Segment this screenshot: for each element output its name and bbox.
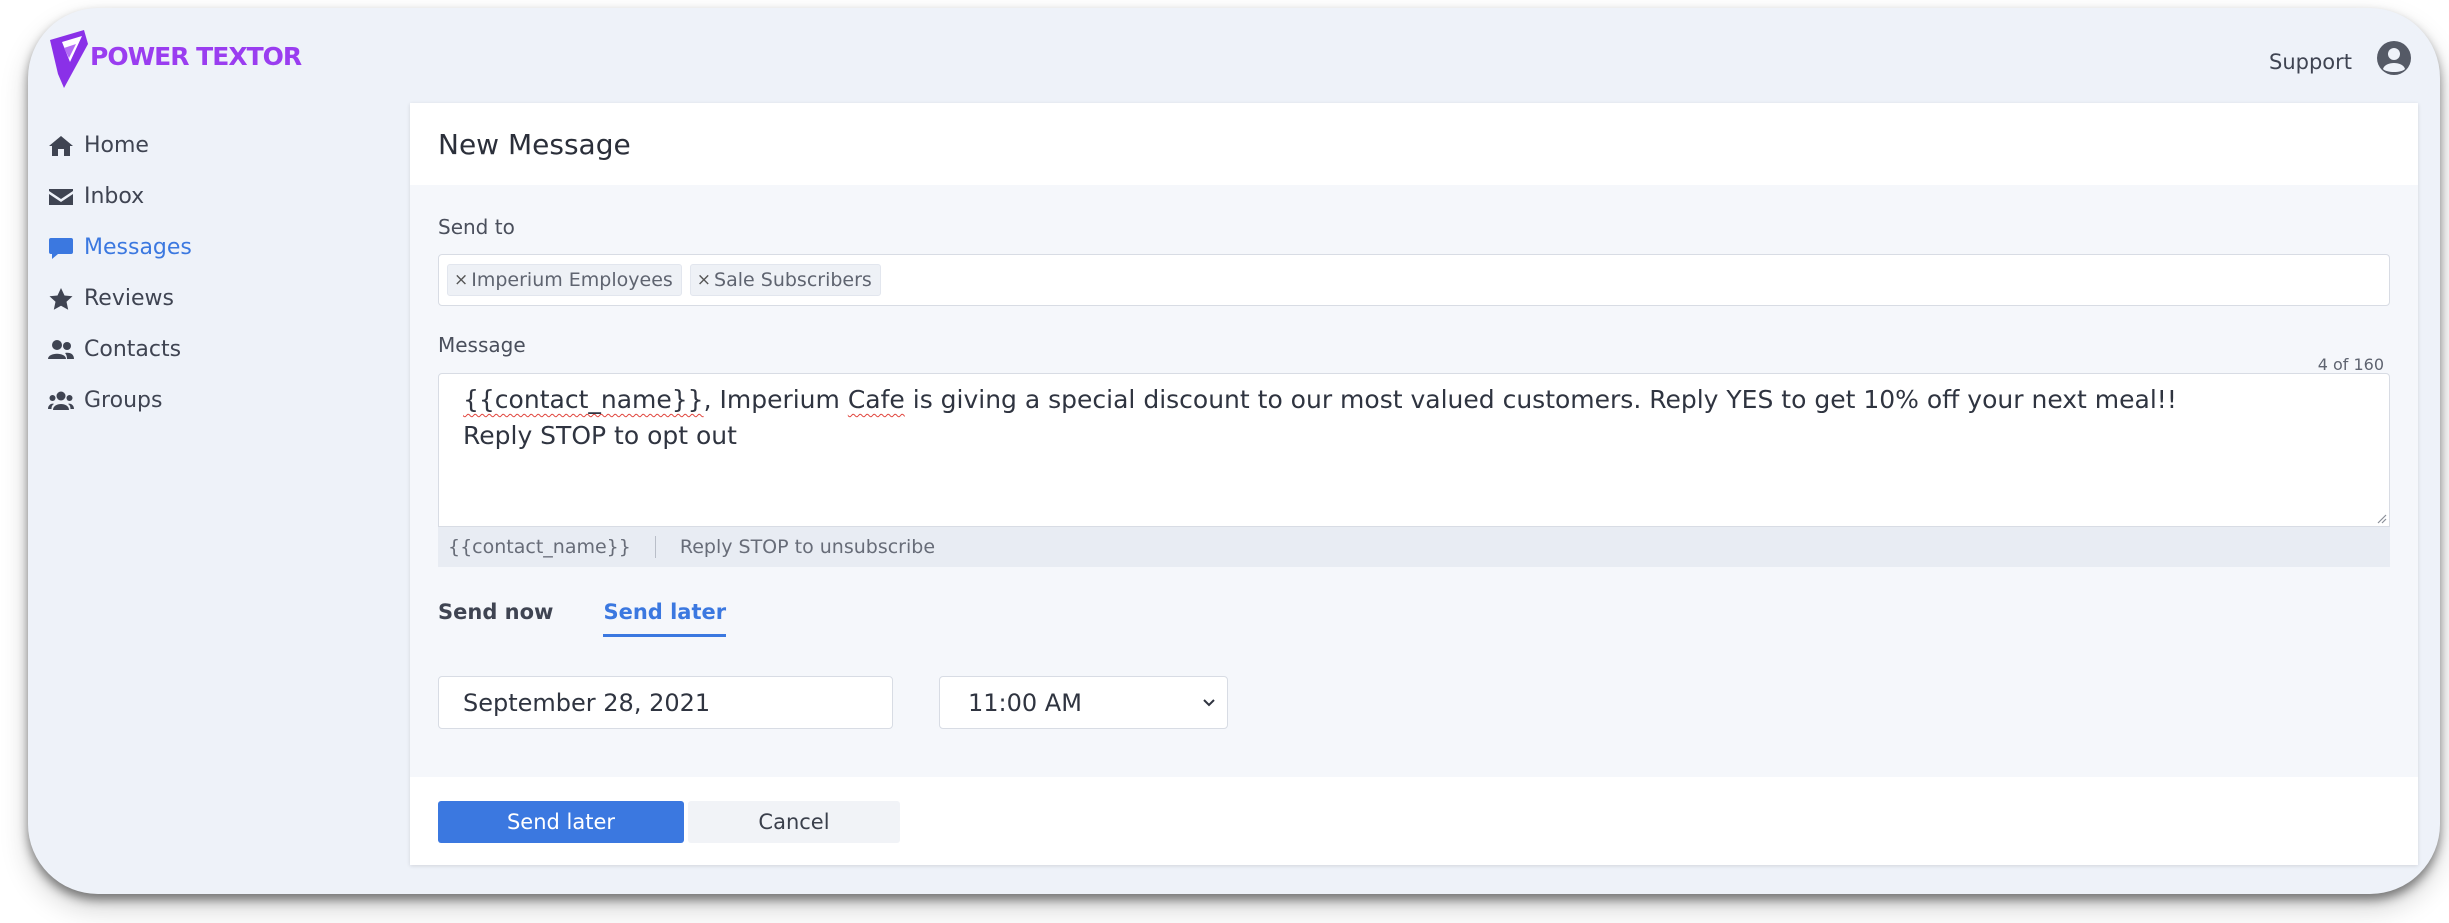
sidebar-item-label: Groups xyxy=(84,388,163,413)
sidebar-item-groups[interactable]: Groups xyxy=(46,375,386,426)
snippet-reply-stop[interactable]: Reply STOP to unsubscribe xyxy=(680,536,935,558)
sidebar-item-reviews[interactable]: Reviews xyxy=(46,273,386,324)
sidebar-item-inbox[interactable]: Inbox xyxy=(46,171,386,222)
sidebar-item-contacts[interactable]: Contacts xyxy=(46,324,386,375)
sidebar-item-label: Contacts xyxy=(84,337,182,362)
snippet-bar: {{contact_name}} Reply STOP to unsubscri… xyxy=(438,527,2390,567)
divider xyxy=(654,536,656,558)
recipient-chip: × Imperium Employees xyxy=(447,264,682,296)
remove-recipient-icon[interactable]: × xyxy=(454,270,468,290)
card-footer: Send later Cancel xyxy=(410,777,2418,865)
card-header: New Message xyxy=(410,103,2418,185)
character-counter: 4 of 160 xyxy=(2317,355,2384,374)
chat-icon xyxy=(46,235,76,261)
page-title: New Message xyxy=(438,127,631,161)
chevron-down-icon xyxy=(1203,699,1215,707)
tab-send-later[interactable]: Send later xyxy=(603,600,727,637)
message-token: {{contact_name}} xyxy=(463,385,704,414)
sidebar-item-home[interactable]: Home xyxy=(46,120,386,171)
group-icon xyxy=(46,388,76,414)
sidebar-item-messages[interactable]: Messages xyxy=(46,222,386,273)
sidebar-item-label: Reviews xyxy=(84,286,174,311)
support-link[interactable]: Support xyxy=(2269,50,2352,74)
message-misspelled-word: Cafe xyxy=(847,385,905,414)
recipient-chip-label: Imperium Employees xyxy=(471,269,673,291)
resize-handle-icon[interactable] xyxy=(2375,512,2387,524)
time-select[interactable]: 11:00 AM xyxy=(939,676,1228,729)
message-textarea[interactable]: {{contact_name}}, Imperium Cafe is givin… xyxy=(438,373,2390,527)
sidebar-nav: Home Inbox Messages Reviews Contacts Gro… xyxy=(46,120,386,426)
message-label: Message xyxy=(438,333,526,357)
cancel-button[interactable]: Cancel xyxy=(688,801,900,843)
message-text: Reply STOP to opt out xyxy=(463,421,737,450)
home-icon xyxy=(46,133,76,159)
logo-icon xyxy=(50,30,88,88)
date-field[interactable]: September 28, 2021 xyxy=(438,676,893,729)
recipients-input[interactable]: × Imperium Employees × Sale Subscribers xyxy=(438,254,2390,306)
brand-name: POWER TEXTOR xyxy=(90,41,302,71)
message-text: is giving a special discount to our most… xyxy=(904,385,2177,414)
send-to-label: Send to xyxy=(438,215,515,239)
users-icon xyxy=(46,337,76,363)
message-text: , Imperium xyxy=(703,385,848,414)
remove-recipient-icon[interactable]: × xyxy=(697,270,711,290)
snippet-contact-name[interactable]: {{contact_name}} xyxy=(448,536,631,558)
sidebar-item-label: Messages xyxy=(84,235,192,260)
brand-logo[interactable]: POWER TEXTOR xyxy=(48,28,302,90)
envelope-icon xyxy=(46,184,76,210)
app-window: POWER TEXTOR Support Home Inbox Messages xyxy=(28,8,2440,894)
new-message-card: New Message Send to × Imperium Employees… xyxy=(410,103,2418,865)
star-icon xyxy=(46,286,76,312)
send-mode-tabs: Send now Send later xyxy=(438,600,776,637)
date-value: September 28, 2021 xyxy=(463,688,711,717)
recipient-chip-label: Sale Subscribers xyxy=(714,269,872,291)
send-later-button[interactable]: Send later xyxy=(438,801,684,843)
sidebar-item-label: Home xyxy=(84,133,149,158)
user-account-icon[interactable] xyxy=(2376,40,2412,76)
recipient-chip: × Sale Subscribers xyxy=(689,264,881,296)
sidebar-item-label: Inbox xyxy=(84,184,145,209)
tab-send-now[interactable]: Send now xyxy=(438,600,553,637)
time-value: 11:00 AM xyxy=(968,688,1082,717)
